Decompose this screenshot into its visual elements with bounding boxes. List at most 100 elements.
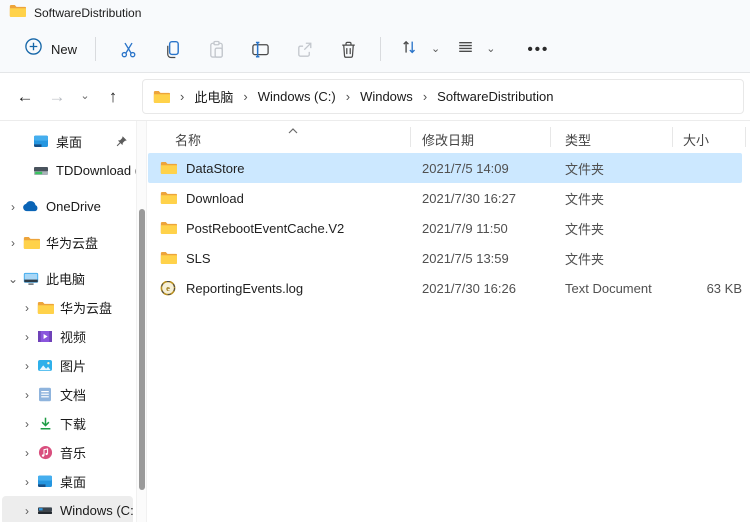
folder-icon: [160, 251, 178, 266]
sidebar-item[interactable]: ›下载: [0, 409, 136, 438]
chevron-down-icon[interactable]: ⌄: [6, 273, 20, 285]
address-bar[interactable]: ›此电脑›Windows (C:)›Windows›SoftwareDistri…: [142, 79, 744, 114]
drive-c-icon: [36, 503, 54, 519]
arrow-up-icon[interactable]: ↑: [98, 88, 128, 105]
chevron-right-icon[interactable]: ›: [6, 201, 20, 213]
chevron-down-icon: ⌄: [486, 44, 495, 55]
folder-icon: [153, 90, 170, 104]
column-separator[interactable]: [672, 127, 673, 147]
command-toolbar: New ⌄: [0, 26, 750, 73]
explorer-window: SoftwareDistribution New: [0, 0, 750, 522]
new-button-label: New: [51, 42, 77, 57]
sidebar-item[interactable]: › 图片: [0, 351, 136, 380]
nav-buttons: ← → ⌄ ↑: [0, 88, 128, 105]
chevron-right-icon[interactable]: ›: [20, 447, 34, 459]
sidebar-item[interactable]: › 桌面: [0, 467, 136, 496]
more-icon: •••: [527, 41, 549, 58]
sidebar-item-label: 此电脑: [46, 269, 85, 288]
navigation-pane: 桌面TDDownload (\›OneDrive›华为云盘⌄此电脑›华为云盘›视…: [0, 121, 136, 522]
arrow-left-icon[interactable]: ←: [10, 88, 40, 105]
sidebar-item[interactable]: ›视频: [0, 322, 136, 351]
view-button[interactable]: ⌄: [448, 32, 503, 67]
toolbar-separator: [380, 37, 381, 61]
sidebar-item[interactable]: ›音乐: [0, 438, 136, 467]
breadcrumb-item[interactable]: Windows: [358, 86, 415, 107]
copy-button[interactable]: [150, 34, 194, 65]
sidebar-item[interactable]: TDDownload (\: [0, 156, 136, 185]
copy-icon: [163, 40, 182, 59]
content-area: 桌面TDDownload (\›OneDrive›华为云盘⌄此电脑›华为云盘›视…: [0, 121, 750, 522]
file-size: 63 KB: [687, 281, 742, 296]
column-header[interactable]: 修改日期: [422, 130, 474, 149]
file-name: Download: [186, 191, 244, 206]
sidebar-item-label: 图片: [60, 356, 86, 375]
sidebar-item[interactable]: ›Windows (C:): [2, 496, 133, 522]
log-icon: e: [160, 281, 178, 296]
sidebar-scrollbar[interactable]: [136, 121, 147, 522]
chevron-down-icon[interactable]: ⌄: [74, 91, 96, 102]
computer-icon: [22, 271, 40, 287]
chevron-right-icon[interactable]: ›: [20, 476, 34, 488]
sidebar-item[interactable]: ›OneDrive: [0, 192, 136, 221]
navigation-bar: ← → ⌄ ↑ ›此电脑›Windows (C:)›Windows›Softwa…: [0, 73, 750, 121]
breadcrumb: ›此电脑›Windows (C:)›Windows›SoftwareDistri…: [172, 84, 555, 109]
file-date: 2021/7/5 14:09: [422, 161, 565, 176]
rename-button[interactable]: [238, 34, 282, 65]
file-name: PostRebootEventCache.V2: [186, 221, 344, 236]
view-icon: [456, 38, 475, 61]
sidebar-item[interactable]: › 华为云盘: [0, 293, 136, 322]
delete-button[interactable]: [326, 34, 370, 65]
sidebar-item[interactable]: ›文档: [0, 380, 136, 409]
breadcrumb-item[interactable]: 此电脑: [192, 84, 235, 109]
column-header[interactable]: 名称: [175, 130, 201, 149]
breadcrumb-item[interactable]: SoftwareDistribution: [435, 86, 555, 107]
chevron-right-icon[interactable]: ›: [20, 418, 34, 430]
column-header[interactable]: 大小: [683, 130, 709, 149]
file-row[interactable]: SLS2021/7/5 13:59文件夹: [148, 243, 742, 273]
file-type: 文件夹: [565, 159, 687, 178]
file-row[interactable]: PostRebootEventCache.V22021/7/9 11:50文件夹: [148, 213, 742, 243]
breadcrumb-chevron-icon: ›: [423, 89, 427, 104]
window-title: SoftwareDistribution: [34, 6, 141, 20]
sidebar-item[interactable]: ›华为云盘: [0, 228, 136, 257]
sidebar-scrollbar-thumb[interactable]: [139, 209, 145, 490]
file-row[interactable]: Download2021/7/30 16:27文件夹: [148, 183, 742, 213]
chevron-right-icon[interactable]: ›: [20, 389, 34, 401]
chevron-right-icon[interactable]: ›: [20, 360, 34, 372]
column-header[interactable]: 类型: [565, 130, 591, 149]
sort-button[interactable]: ⌄: [391, 32, 448, 67]
file-date: 2021/7/5 13:59: [422, 251, 565, 266]
more-button[interactable]: •••: [517, 41, 559, 58]
sidebar-item[interactable]: ⌄ 此电脑: [0, 264, 136, 293]
file-row[interactable]: DataStore2021/7/5 14:09文件夹: [148, 153, 742, 183]
sidebar-item-label: 桌面: [60, 472, 86, 491]
share-button[interactable]: [282, 34, 326, 65]
column-separator[interactable]: [745, 127, 746, 147]
documents-icon: [36, 387, 54, 403]
pictures-icon: [36, 358, 54, 374]
sidebar-item[interactable]: 桌面: [0, 127, 136, 156]
chevron-right-icon[interactable]: ›: [20, 302, 34, 314]
chevron-right-icon[interactable]: ›: [20, 331, 34, 343]
file-date: 2021/7/9 11:50: [422, 221, 565, 236]
column-separator[interactable]: [410, 127, 411, 147]
folder-icon: [160, 221, 178, 236]
paste-button[interactable]: [194, 34, 238, 65]
breadcrumb-item[interactable]: Windows (C:): [256, 86, 338, 107]
cut-button[interactable]: [106, 34, 150, 65]
file-list: DataStore2021/7/5 14:09文件夹 Download 2021/7…: [148, 153, 750, 303]
folder-icon: [160, 161, 178, 176]
column-separator[interactable]: [550, 127, 551, 147]
sidebar-item-label: TDDownload (\: [56, 163, 136, 178]
chevron-right-icon[interactable]: ›: [6, 237, 20, 249]
file-list-pane: 名称 修改日期 类型 大小 DataStore2021/7/5 14:09文件夹 Dow…: [148, 121, 750, 522]
new-button[interactable]: New: [16, 31, 85, 67]
file-date: 2021/7/30 16:27: [422, 191, 565, 206]
folder-icon: [9, 4, 26, 23]
file-row[interactable]: eReportingEvents.log2021/7/30 16:26Text …: [148, 273, 742, 303]
sidebar-item-label: 华为云盘: [60, 298, 112, 317]
share-icon: [295, 40, 314, 59]
chevron-right-icon[interactable]: ›: [20, 505, 34, 517]
folder-icon: [160, 191, 178, 206]
arrow-right-icon[interactable]: →: [42, 88, 72, 105]
